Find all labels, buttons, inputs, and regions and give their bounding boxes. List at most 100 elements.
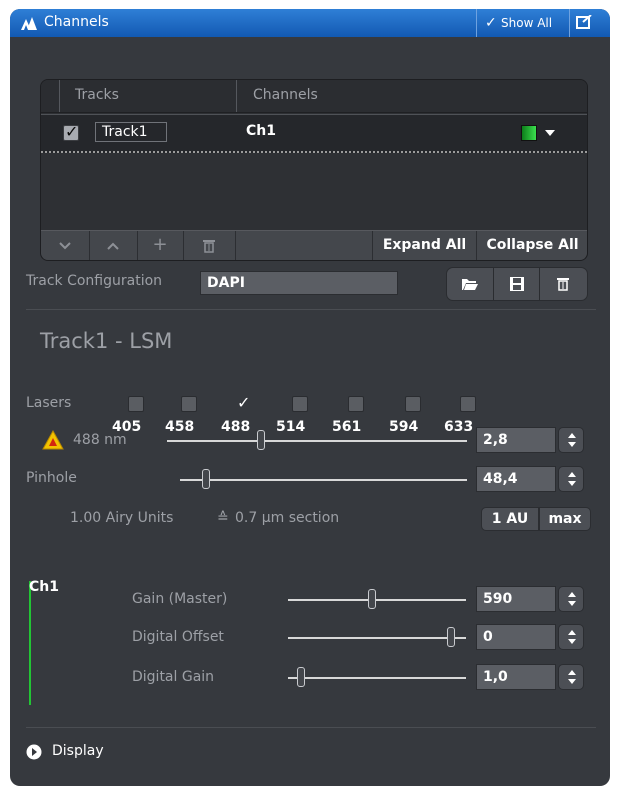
tracks-table: Tracks Channels ✓ Track1 Ch1 + Expand Al… [40, 79, 588, 261]
digital-gain-stepper[interactable]: 1,0 [476, 664, 586, 690]
channels-panel: Channels ✓ Show All Tracks Channels ✓ Tr… [10, 9, 610, 786]
laser-warning-icon [42, 430, 64, 450]
laser-checkbox-561[interactable] [348, 396, 364, 412]
laser-488-value[interactable]: 2,8 [476, 427, 556, 453]
panel-titlebar[interactable]: Channels ✓ Show All [10, 9, 610, 37]
laser-checkbox-594[interactable] [405, 396, 421, 412]
laser-wavelength-label: 458 [165, 419, 195, 435]
collapse-all-button[interactable]: Collapse All [476, 231, 587, 260]
open-config-button[interactable] [447, 268, 493, 300]
gain-master-value[interactable]: 590 [476, 586, 556, 612]
track-configuration-field[interactable]: DAPI [200, 271, 398, 295]
save-config-button[interactable] [493, 268, 540, 300]
channel-label: Ch1 [29, 579, 59, 595]
move-down-button[interactable] [41, 231, 90, 260]
channel-color-swatch[interactable] [521, 125, 537, 141]
plus-icon: + [152, 234, 168, 255]
checkmark-icon: ✓ [65, 122, 79, 141]
channels-column-header[interactable]: Channels [253, 87, 318, 103]
track-name-field[interactable]: Track1 [95, 122, 167, 142]
gain-master-stepper[interactable]: 590 [476, 586, 586, 612]
laser-wavelength-label: 488 [221, 419, 251, 435]
spin-arrows-icon[interactable] [558, 427, 584, 453]
digital-gain-slider-track[interactable] [288, 677, 466, 679]
add-track-button[interactable]: + [137, 231, 184, 260]
laser-488-slider-knob[interactable] [257, 430, 265, 450]
expand-all-button[interactable]: Expand All [372, 231, 476, 260]
digital-offset-value[interactable]: 0 [476, 624, 556, 650]
trash-icon [203, 240, 215, 253]
digital-offset-stepper[interactable]: 0 [476, 624, 586, 650]
channels-icon [21, 17, 37, 30]
tracks-table-header: Tracks Channels [41, 80, 587, 113]
track-configuration-label: Track Configuration [26, 273, 163, 289]
track-enable-checkbox[interactable]: ✓ [63, 122, 79, 141]
digital-gain-slider-knob[interactable] [297, 667, 305, 687]
laser-488-slider-track[interactable] [167, 440, 467, 442]
display-label: Display [52, 743, 104, 759]
section-thickness-text: 0.7 µm section [235, 510, 340, 526]
digital-offset-slider-track[interactable] [288, 637, 466, 639]
divider [26, 309, 596, 310]
undock-icon[interactable] [576, 15, 592, 29]
header-divider [59, 80, 60, 112]
gain-master-label: Gain (Master) [132, 591, 228, 607]
channel-name: Ch1 [246, 123, 276, 139]
laser-checkbox-488[interactable]: ✓ [237, 393, 253, 412]
laser-checkbox-633[interactable] [460, 396, 476, 412]
checkmark-icon: ✓ [237, 393, 251, 412]
delete-track-button[interactable] [183, 231, 236, 260]
save-icon [510, 277, 524, 291]
show-all-button[interactable]: ✓ Show All [476, 9, 570, 37]
pinhole-slider-track[interactable] [180, 479, 467, 481]
chevron-down-icon [59, 242, 71, 250]
show-all-label: Show All [501, 16, 553, 30]
laser-wavelength-label: 633 [444, 419, 474, 435]
chevron-up-icon [107, 242, 119, 250]
laser-checkbox-458[interactable] [181, 396, 197, 412]
track-config-buttons [446, 267, 588, 301]
trash-icon [557, 278, 569, 291]
header-divider [236, 80, 237, 112]
digital-gain-value[interactable]: 1,0 [476, 664, 556, 690]
display-section-toggle[interactable]: Display [26, 741, 146, 765]
digital-gain-label: Digital Gain [132, 669, 215, 685]
chevron-down-icon[interactable] [545, 130, 555, 136]
digital-offset-slider-knob[interactable] [447, 627, 455, 647]
laser-488-label: 488 nm [73, 432, 127, 448]
laser-488-stepper[interactable]: 2,8 [476, 427, 586, 453]
pinhole-value[interactable]: 48,4 [476, 466, 556, 492]
tracks-column-header[interactable]: Tracks [75, 87, 119, 103]
panel-title: Channels [44, 14, 109, 30]
spin-arrows-icon[interactable] [558, 664, 584, 690]
gain-master-slider-track[interactable] [288, 599, 466, 601]
spin-arrows-icon[interactable] [558, 466, 584, 492]
expand-arrow-icon [26, 744, 42, 760]
move-up-button[interactable] [89, 231, 138, 260]
laser-wavelength-label: 561 [332, 419, 362, 435]
folder-open-icon [462, 279, 478, 290]
laser-wavelength-label: 514 [276, 419, 306, 435]
spin-arrows-icon[interactable] [558, 586, 584, 612]
tracks-table-toolbar: + Expand All Collapse All [41, 230, 587, 260]
laser-checkbox-405[interactable] [128, 396, 144, 412]
lasers-label: Lasers [26, 395, 72, 411]
airy-units-text: 1.00 Airy Units [70, 510, 174, 526]
pinhole-slider-knob[interactable] [202, 469, 210, 489]
check-icon: ✓ [485, 15, 497, 31]
gain-master-slider-knob[interactable] [368, 589, 376, 609]
laser-checkbox-514[interactable] [292, 396, 308, 412]
section-title: Track1 - LSM [40, 329, 173, 353]
digital-offset-label: Digital Offset [132, 629, 224, 645]
laser-wavelength-label: 594 [389, 419, 419, 435]
spin-arrows-icon[interactable] [558, 624, 584, 650]
divider [26, 727, 596, 728]
pinhole-label: Pinhole [26, 470, 77, 486]
delete-config-button[interactable] [539, 268, 586, 300]
pinhole-stepper[interactable]: 48,4 [476, 466, 586, 492]
max-button[interactable]: max [539, 507, 591, 531]
track-row[interactable]: ✓ Track1 Ch1 [41, 114, 587, 153]
section-icon: ≙ [217, 510, 229, 526]
one-au-button[interactable]: 1 AU [481, 507, 539, 531]
channel-color-bar [29, 581, 31, 705]
